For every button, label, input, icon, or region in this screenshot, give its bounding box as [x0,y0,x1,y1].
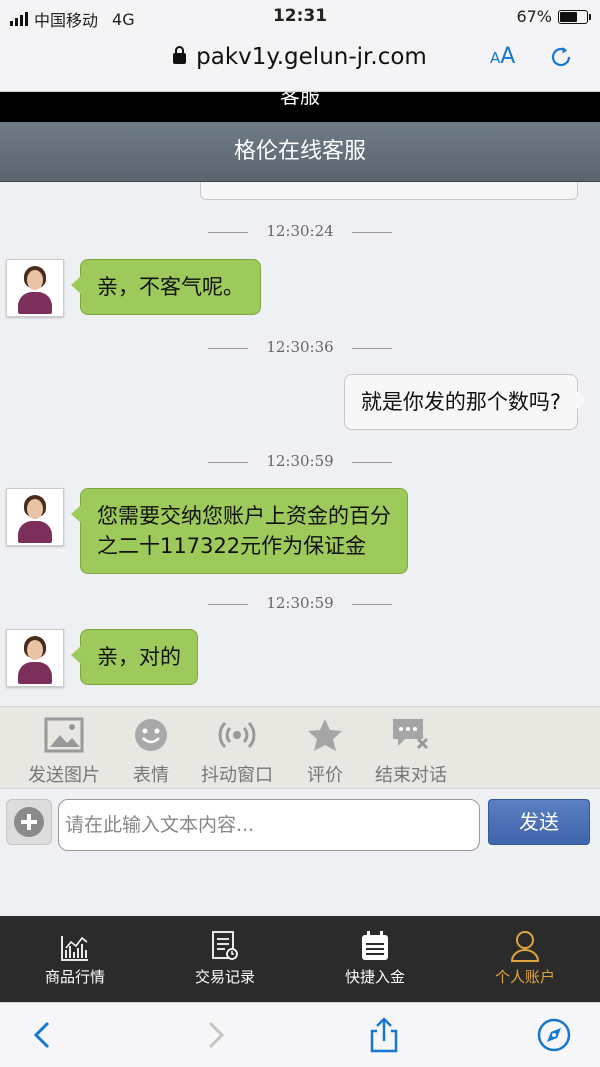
message-input[interactable] [58,799,480,851]
user-message-bubble: 就是你发的那个数吗? [343,374,588,430]
tool-label: 表情 [133,765,169,786]
rate-button[interactable]: 评价 [300,715,350,787]
chart-icon [61,936,88,961]
message-text: 亲，不客气呢。 [97,275,244,299]
tool-label: 发送图片 [28,765,100,786]
calendar-icon [362,931,388,960]
lock-icon [173,46,187,64]
reload-icon[interactable] [548,44,574,70]
nav-label: 个人账户 [494,968,555,986]
status-time: 12:31 [272,6,328,26]
agent-avatar [6,488,64,546]
agent-avatar [6,629,64,687]
user-icon [510,931,540,962]
nav-label: 快捷入金 [344,968,405,986]
message-list[interactable]: 12:30:24 亲，不客气呢。 12:30:36 就是你发的那个数吗? 12:… [0,182,600,706]
star-icon [308,719,342,751]
nav-label: 交易记录 [194,968,255,986]
app-bottom-nav: 商品行情 交易记录 快捷入金 个人账户 [0,916,600,1002]
agent-avatar [6,259,64,317]
composer: 发送 [0,788,600,916]
tool-label: 评价 [307,765,343,786]
previous-message-bubble [200,182,578,200]
nav-item-market[interactable]: 商品行情 [0,916,150,1002]
record-icon [212,931,238,960]
smiley-icon [135,719,167,751]
status-right: 67% [516,7,591,26]
send-button[interactable]: 发送 [488,799,590,845]
nav-item-deposit[interactable]: 快捷入金 [300,916,450,1002]
browser-top-bar: 中国移动 4G 12:31 67% pakv1y.gelun-jr.com AA [0,0,600,92]
image-icon [44,717,84,753]
message-text: 就是你发的那个数吗? [360,390,561,414]
end-chat-button[interactable]: 结束对话 [368,715,454,787]
page-top-strip: 客服 [0,92,600,122]
cut-off-title: 客服 [280,92,320,108]
chat-header: 格伦在线客服 [0,122,600,182]
address-bar[interactable]: pakv1y.gelun-jr.com AA [0,34,600,90]
back-icon[interactable] [26,1017,62,1053]
message-text: 亲，对的 [97,645,181,669]
agent-message-bubble: 您需要交纳您账户上资金的百分 之二十117322元作为保证金 [71,488,408,574]
url-text: pakv1y.gelun-jr.com [196,44,427,70]
status-bar: 中国移动 4G 12:31 67% [0,0,600,34]
share-icon[interactable] [366,1017,402,1053]
nav-item-records[interactable]: 交易记录 [150,916,300,1002]
nav-label: 商品行情 [44,968,105,986]
plus-icon [14,807,44,837]
end-chat-icon [393,719,429,750]
add-attachment-button[interactable] [6,799,52,845]
chat-toolbar: 发送图片 表情 抖动窗口 评价 结束对话 [0,706,600,788]
message-text-line: 之二十117322元作为保证金 [97,534,367,558]
vibrate-icon [218,721,256,749]
message-timestamp: 12:30:59 [0,452,600,470]
shake-window-button[interactable]: 抖动窗口 [194,715,280,787]
forward-icon[interactable] [196,1017,232,1053]
message-timestamp: 12:30:24 [0,222,600,240]
message-timestamp: 12:30:36 [0,338,600,356]
emoji-button[interactable]: 表情 [124,715,178,787]
message-text-line: 您需要交纳您账户上资金的百分 [97,504,391,528]
tool-label: 抖动窗口 [201,765,273,786]
safari-toolbar [0,1002,600,1067]
nav-item-account[interactable]: 个人账户 [450,916,600,1002]
tool-label: 结束对话 [375,765,447,786]
agent-message-bubble: 亲，对的 [71,629,198,685]
battery-percent: 67% [516,7,552,26]
text-size-button[interactable]: AA [490,44,515,69]
compass-icon[interactable] [536,1017,572,1053]
agent-message-bubble: 亲，不客气呢。 [71,259,261,315]
send-image-button[interactable]: 发送图片 [22,715,106,787]
battery-icon [558,9,591,24]
message-timestamp: 12:30:59 [0,594,600,612]
